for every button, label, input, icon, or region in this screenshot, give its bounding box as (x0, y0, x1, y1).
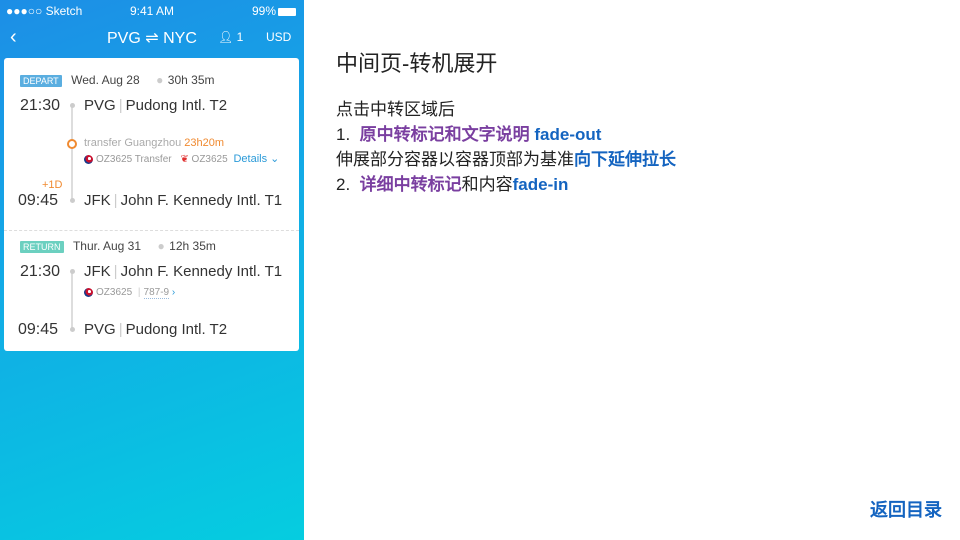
note-highlight: fade-out (534, 125, 602, 144)
note-line-1: 1. 原中转标记和文字说明 fade-out (336, 120, 601, 145)
return-tag: RETURN (20, 241, 64, 253)
details-label: Details (233, 153, 268, 165)
timeline (71, 104, 73, 200)
back-icon[interactable]: ‹ (10, 26, 17, 49)
route-title: PVG ⇌ NYC (107, 30, 197, 47)
details-link[interactable]: Details ⌄ (233, 153, 279, 165)
note-highlight: fade-in (512, 175, 569, 194)
clock-icon: ● (156, 73, 164, 87)
note-text: 和内容 (461, 175, 513, 194)
carrier: ●●●○○ Sketch (6, 4, 83, 18)
return-depart-time: 21:30 (20, 263, 61, 280)
transfer-time: 23h20m (184, 137, 225, 149)
airport-name: Pudong Intl. T2 (125, 97, 228, 114)
itinerary-card: DEPART Wed. Aug 28 ● 30h 35m 21:30 PVG | P… (4, 58, 299, 351)
depart-date: Wed. Aug 28 (71, 73, 140, 87)
return-header: RETURN Thur. Aug 31 ● 12h 35m (20, 237, 216, 255)
depart-airport: PVG | Pudong Intl. T2 (84, 97, 228, 114)
timeline (71, 270, 73, 328)
flight-number: OZ3625 (96, 287, 133, 298)
airport-code: JFK (84, 192, 111, 209)
nav-bar: ‹ PVG ⇌ NYC 👤︎ 1 USD (0, 26, 304, 48)
aircraft-link[interactable]: 787-9 (143, 287, 170, 299)
airport-name: John F. Kennedy Intl. T1 (120, 192, 283, 209)
step-number: 1. (336, 125, 351, 144)
chevron-right-icon[interactable]: › (172, 287, 175, 298)
airport-code: PVG (84, 321, 116, 338)
airport-name: Pudong Intl. T2 (125, 321, 228, 338)
arrival-time: 09:45 (18, 192, 59, 209)
status-bar: ●●●○○ Sketch 9:41 AM 99% (0, 4, 304, 20)
chevron-down-icon: ⌄ (270, 153, 280, 165)
battery-percent: 99% (251, 4, 276, 18)
day-offset: +1D (42, 179, 63, 191)
clock: 9:41 AM (130, 4, 175, 18)
depart-duration: 30h 35m (167, 73, 215, 87)
passenger-number: 1 (236, 30, 244, 44)
depart-time: 21:30 (20, 97, 61, 114)
timeline-dot (70, 198, 75, 203)
depart-header: DEPART Wed. Aug 28 ● 30h 35m (20, 71, 215, 89)
battery-icon (278, 7, 296, 16)
note-highlight: 原中转标记和文字说明 (359, 125, 530, 144)
back-to-toc-link[interactable]: 返回目录 (870, 496, 942, 522)
return-duration: 12h 35m (169, 239, 216, 253)
airline-logo-icon: ❦ (180, 154, 189, 165)
page-title: 中间页-转机展开 (336, 51, 498, 76)
airline-logo-icon (84, 287, 93, 297)
transfer-info[interactable]: transfer Guangzhou 23h20m (84, 137, 224, 149)
timeline-dot (70, 327, 75, 332)
flight-number: OZ3625 Transfer (96, 154, 172, 165)
transfer-label: transfer Guangzhou (84, 137, 182, 149)
clock-icon: ● (157, 239, 165, 253)
timeline-dot (70, 103, 75, 108)
divider (4, 230, 299, 231)
battery: 99% (252, 4, 296, 18)
return-arrival-time: 09:45 (18, 321, 59, 338)
depart-tag: DEPART (20, 75, 62, 87)
return-flight-info: OZ3625 | 787-9 › (84, 287, 175, 299)
return-arrival-airport: PVG | Pudong Intl. T2 (84, 321, 228, 338)
return-depart-airport: JFK | John F. Kennedy Intl. T1 (84, 263, 283, 280)
transfer-marker (67, 139, 77, 149)
arrival-airport: JFK | John F. Kennedy Intl. T1 (84, 192, 283, 209)
note-line-0: 点击中转区域后 (336, 100, 455, 119)
note-highlight: 详细中转标记 (359, 175, 462, 194)
note-text: 伸展部分容器以容器顶部为基准 (336, 150, 574, 169)
passenger-count[interactable]: 👤︎ 1 (218, 30, 243, 44)
airport-name: John F. Kennedy Intl. T1 (120, 263, 283, 280)
airline-logo-icon (84, 154, 93, 164)
currency-button[interactable]: USD (266, 30, 291, 44)
note-line-2: 伸展部分容器以容器顶部为基准向下延伸拉长 (336, 145, 676, 170)
note-line-3: 2. 详细中转标记和内容fade-in (336, 170, 568, 195)
airport-code: JFK (84, 263, 111, 280)
person-icon: 👤︎ (218, 30, 234, 44)
airport-code: PVG (84, 97, 116, 114)
return-date: Thur. Aug 31 (72, 239, 142, 253)
timeline-dot (70, 269, 75, 274)
flight-number: OZ3625 (191, 154, 228, 165)
note-highlight: 向下延伸拉长 (574, 150, 676, 169)
step-number: 2. (336, 175, 351, 194)
transfer-flights: OZ3625 Transfer ❦ OZ3625 Details ⌄ (84, 152, 279, 165)
phone-screen: ●●●○○ Sketch 9:41 AM 99% ‹ PVG ⇌ NYC 👤︎ … (0, 0, 304, 540)
